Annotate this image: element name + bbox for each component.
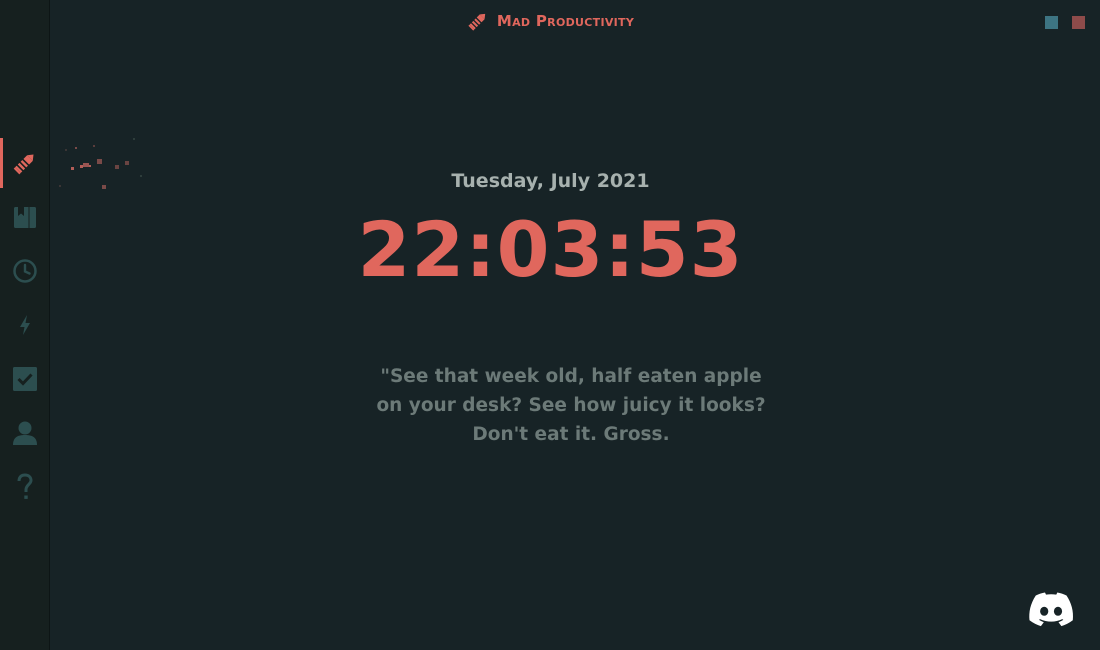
app-header: Mad Productivity	[49, 10, 1100, 32]
sidebar-item-tasks[interactable]	[0, 354, 49, 404]
sidebar	[0, 0, 50, 650]
sidebar-item-focus[interactable]	[0, 300, 49, 350]
user-icon	[12, 421, 37, 445]
theme-swatch-coral[interactable]	[1072, 16, 1085, 29]
checkbox-icon	[12, 367, 37, 391]
clock-display: 22:03:53	[357, 205, 744, 294]
motivational-quote: "See that week old, half eaten apple on …	[376, 366, 766, 445]
current-date: Tuesday, July 2021	[451, 170, 650, 192]
question-icon	[17, 473, 33, 499]
discord-icon[interactable]	[1028, 590, 1074, 628]
lightning-icon	[19, 315, 30, 335]
sidebar-item-help[interactable]	[0, 462, 49, 512]
pencil-icon	[468, 13, 486, 31]
app-title: Mad Productivity	[496, 12, 635, 30]
theme-swatch-teal[interactable]	[1045, 16, 1058, 29]
sidebar-item-profile[interactable]	[0, 408, 49, 458]
app-window: Mad Productivity Tuesday, July 2021 22:0…	[0, 0, 1100, 650]
